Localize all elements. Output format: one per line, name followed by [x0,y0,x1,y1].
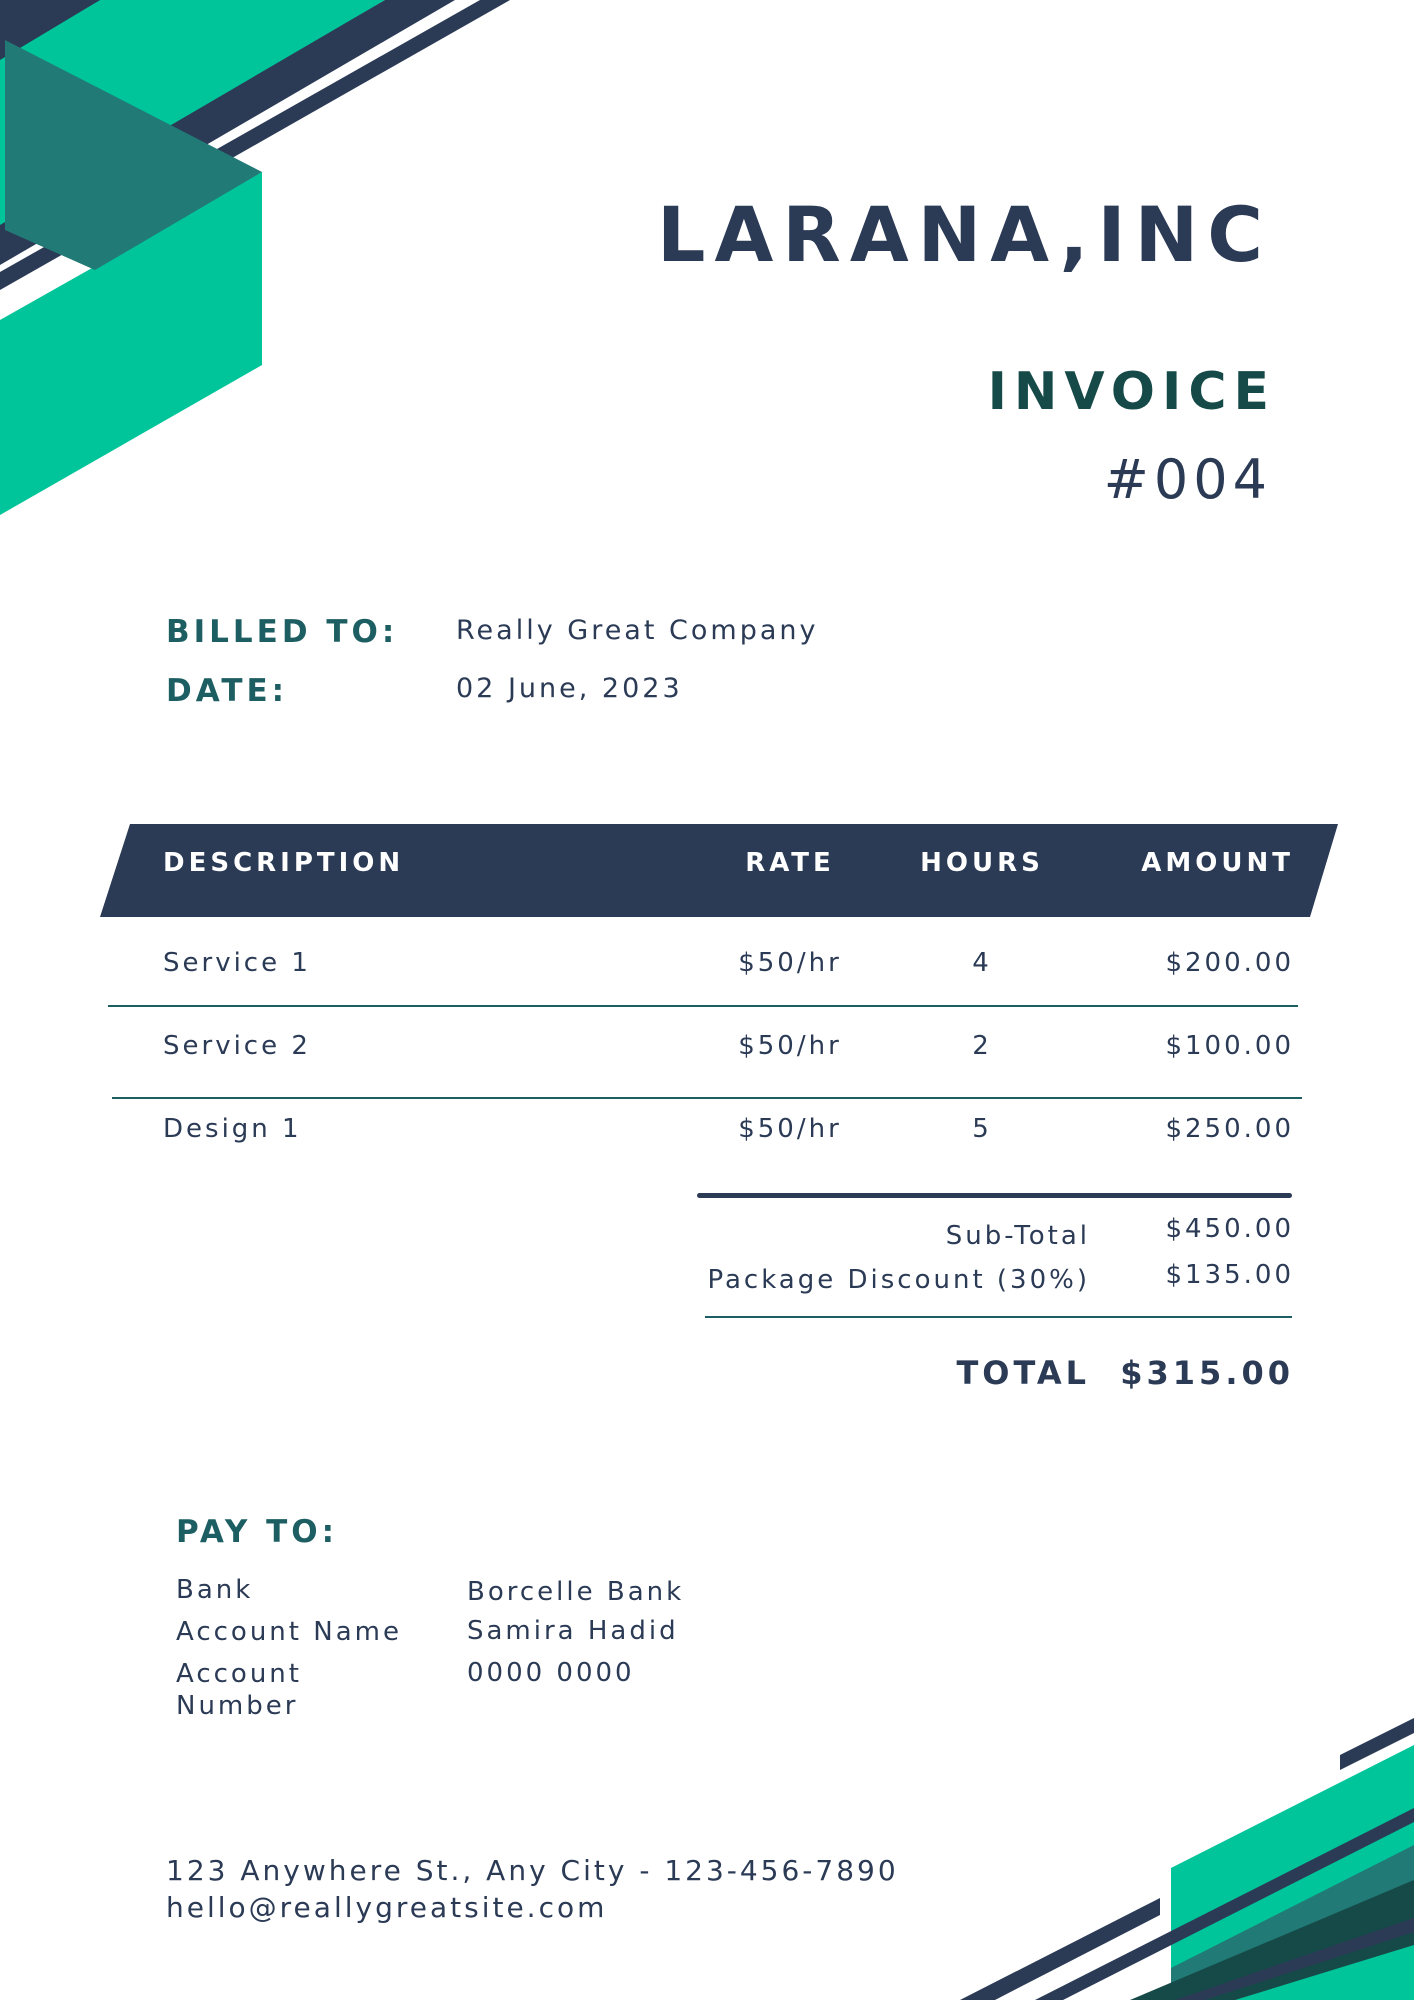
footer-address: 123 Anywhere St., Any City - 123-456-789… [166,1854,899,1887]
date-label: DATE: [166,673,289,709]
row-rate: $50/hr [738,1114,842,1144]
row-hours: 4 [972,948,992,978]
row-description: Service 2 [163,1031,311,1061]
pay-to-title: PAY TO: [176,1514,339,1550]
invoice-number: #004 [1103,448,1272,511]
row-hours: 2 [972,1031,992,1061]
date-value: 02 June, 2023 [456,673,683,704]
document-title: INVOICE [987,362,1276,422]
billed-to-value: Really Great Company [456,615,819,646]
company-name: LARANA,INC [657,190,1272,279]
summary-top-rule [697,1193,1292,1198]
row-rate: $50/hr [738,1031,842,1061]
account-name-label: Account Name [176,1617,402,1647]
header-rate: RATE [745,848,835,878]
header-amount: AMOUNT [1141,848,1294,878]
header-hours: HOURS [920,848,1044,878]
account-number-value: 0000 0000 [467,1658,635,1688]
row-amount: $100.00 [1165,1031,1294,1061]
total-label: TOTAL [956,1354,1090,1392]
discount-label: Package Discount (30%) [707,1265,1090,1295]
bank-label: Bank [176,1575,254,1605]
bank-value: Borcelle Bank [467,1577,685,1607]
row-amount: $200.00 [1165,948,1294,978]
row-divider [112,1097,1302,1099]
subtotal-value: $450.00 [1165,1214,1294,1244]
footer-email: hello@reallygreatsite.com [166,1891,608,1924]
total-value: $315.00 [1120,1354,1294,1392]
row-amount: $250.00 [1165,1114,1294,1144]
discount-value: $135.00 [1165,1260,1294,1290]
subtotal-label: Sub-Total [945,1221,1090,1251]
summary-bottom-rule [705,1316,1292,1318]
row-description: Design 1 [163,1114,302,1144]
row-description: Service 1 [163,948,311,978]
row-divider [108,1005,1298,1007]
account-name-value: Samira Hadid [467,1616,679,1646]
billed-to-label: BILLED TO: [166,614,399,650]
account-number-label: Account Number [176,1659,302,1721]
header-description: DESCRIPTION [163,848,405,878]
row-rate: $50/hr [738,948,842,978]
row-hours: 5 [972,1114,992,1144]
